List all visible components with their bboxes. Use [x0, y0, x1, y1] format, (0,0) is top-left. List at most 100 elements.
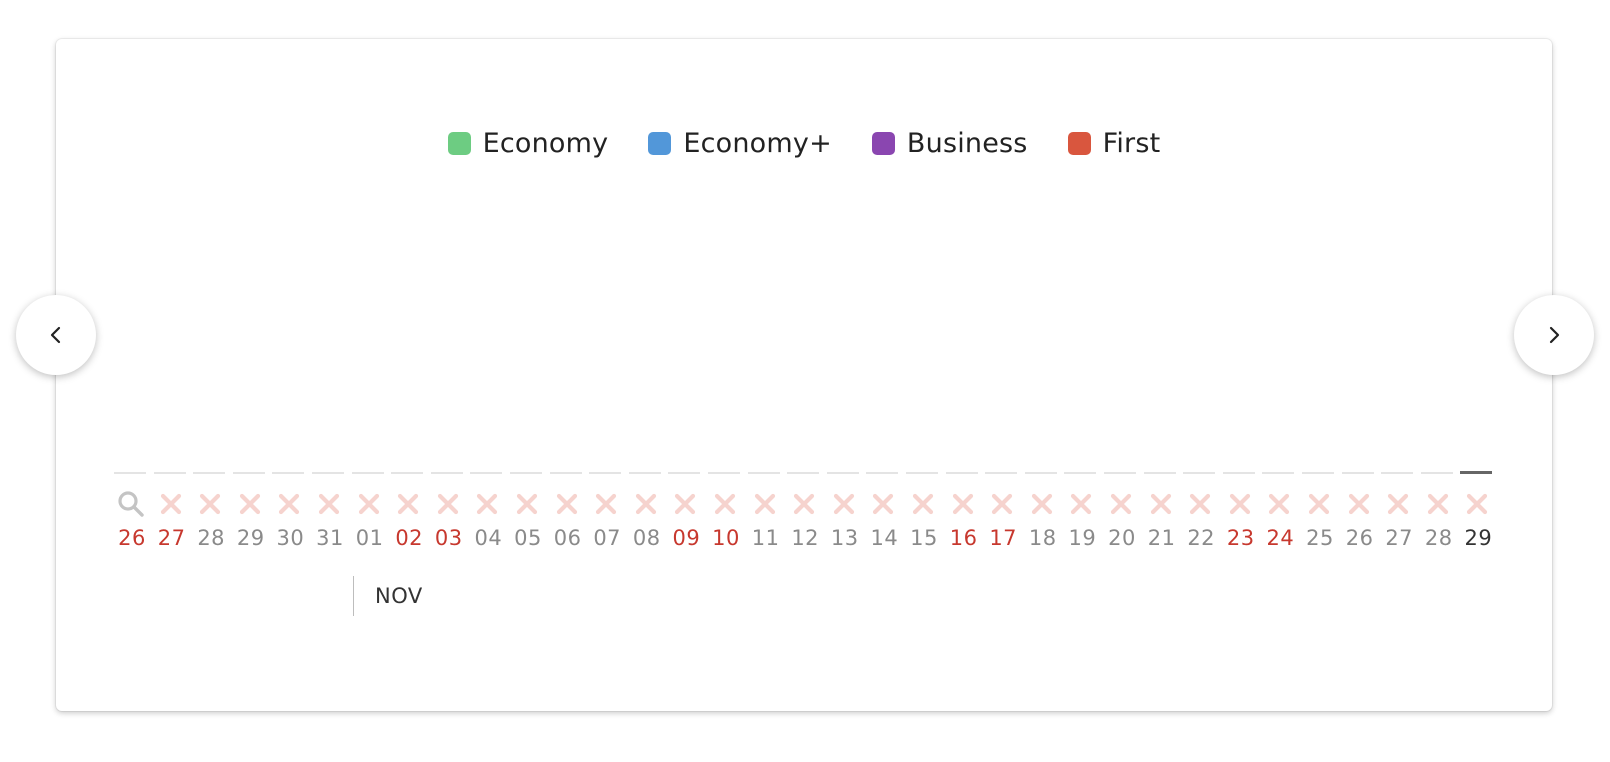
unavailable-x-icon — [675, 493, 696, 515]
month-label: NOV — [375, 584, 423, 608]
day-number: 28 — [197, 526, 226, 550]
day-cell[interactable]: 26 — [1340, 470, 1380, 560]
previous-dates-button[interactable] — [16, 295, 96, 375]
unavailable-x-icon — [477, 493, 498, 515]
price-bar — [391, 472, 424, 474]
search-icon — [118, 491, 144, 517]
price-bar — [1183, 472, 1216, 474]
day-number: 04 — [474, 526, 503, 550]
day-cell[interactable]: 28 — [1419, 470, 1459, 560]
day-number: 05 — [514, 526, 542, 550]
day-cell[interactable]: 24 — [1260, 470, 1300, 560]
day-cell[interactable]: 25 — [1300, 470, 1340, 560]
price-bar — [1341, 472, 1374, 474]
unavailable-x-icon — [318, 493, 340, 515]
unavailable-x-icon — [516, 493, 538, 515]
day-cell[interactable]: 09 — [666, 470, 706, 560]
day-cell[interactable]: 10 — [706, 470, 746, 560]
unavailable-x-icon — [437, 493, 458, 515]
day-number: 28 — [1424, 526, 1453, 550]
unavailable-x-icon — [1229, 493, 1250, 515]
price-bar — [430, 472, 463, 474]
day-number: 11 — [751, 526, 780, 550]
day-number: 20 — [1108, 526, 1136, 550]
day-cell[interactable]: 15 — [904, 470, 944, 560]
day-cell[interactable]: 18 — [1023, 470, 1063, 560]
price-bar — [1222, 472, 1255, 474]
unavailable-x-icon — [635, 493, 656, 515]
day-cell[interactable]: 28 — [191, 470, 231, 560]
day-number: 25 — [1306, 526, 1334, 550]
day-cell[interactable]: 01 — [350, 470, 390, 560]
day-cell[interactable]: 21 — [1142, 470, 1182, 560]
day-cell[interactable]: 30 — [270, 470, 310, 560]
first-swatch — [1067, 132, 1091, 155]
price-bar — [1064, 472, 1097, 474]
legend-item-business: Business — [871, 128, 1028, 159]
day-cell[interactable]: 03 — [429, 470, 469, 560]
day-cell[interactable]: 26 — [112, 470, 152, 560]
price-bar — [628, 472, 661, 474]
day-cell[interactable]: 08 — [627, 470, 667, 560]
day-cell[interactable]: 12 — [785, 470, 825, 560]
unavailable-x-icon — [398, 493, 419, 515]
day-cell[interactable]: 04 — [468, 470, 508, 560]
day-number: 21 — [1147, 526, 1176, 550]
day-cell[interactable]: 31 — [310, 470, 350, 560]
day-number: 14 — [870, 526, 899, 550]
unavailable-x-icon — [239, 493, 260, 515]
day-number: 26 — [118, 526, 146, 550]
price-bar — [668, 472, 701, 474]
price-bar — [114, 472, 146, 474]
day-cell[interactable]: 17 — [983, 470, 1023, 560]
price-bar — [193, 472, 226, 474]
day-number: 22 — [1187, 526, 1216, 550]
price-bar — [1381, 472, 1414, 474]
day-cell[interactable]: 29 — [231, 470, 271, 560]
day-number: 29 — [1464, 526, 1493, 550]
day-cell[interactable]: 14 — [864, 470, 904, 560]
day-cell[interactable]: 06 — [548, 470, 588, 560]
day-number: 26 — [1345, 526, 1374, 550]
day-number: 02 — [395, 526, 424, 550]
price-bar — [1104, 472, 1136, 474]
price-bar — [866, 472, 899, 474]
day-cell[interactable]: 22 — [1181, 470, 1221, 560]
price-bar — [1460, 471, 1493, 474]
unavailable-x-icon — [992, 493, 1013, 515]
chevron-right-icon — [1549, 326, 1560, 344]
unavailable-x-icon — [1308, 493, 1330, 515]
price-bar — [589, 472, 622, 474]
price-bar — [510, 472, 542, 474]
price-bar — [272, 472, 305, 474]
price-bar — [470, 472, 503, 474]
day-cell[interactable]: 05 — [508, 470, 548, 560]
price-bar — [351, 472, 384, 474]
price-bar — [1302, 472, 1334, 474]
day-cell[interactable]: 07 — [587, 470, 627, 560]
day-cell[interactable]: 13 — [825, 470, 865, 560]
day-number: 24 — [1266, 526, 1295, 550]
day-number: 27 — [1385, 526, 1414, 550]
day-cell[interactable]: 19 — [1062, 470, 1102, 560]
day-cell[interactable]: 20 — [1102, 470, 1142, 560]
day-number: 10 — [712, 526, 740, 550]
price-bar — [1024, 472, 1057, 474]
price-bar — [153, 472, 186, 474]
day-cell[interactable]: 23 — [1221, 470, 1261, 560]
day-cell[interactable]: 27 — [152, 470, 192, 560]
day-number: 16 — [949, 526, 978, 550]
day-number: 18 — [1028, 526, 1057, 550]
day-cell[interactable]: 16 — [944, 470, 984, 560]
unavailable-x-icon — [754, 493, 775, 515]
price-bar — [312, 472, 344, 474]
unavailable-x-icon — [1110, 493, 1132, 515]
day-cell[interactable]: 27 — [1379, 470, 1419, 560]
day-number: 15 — [910, 526, 938, 550]
day-cell[interactable]: 29 — [1458, 470, 1498, 560]
next-dates-button[interactable] — [1514, 295, 1594, 375]
day-cell[interactable]: 11 — [746, 470, 786, 560]
price-bar — [906, 472, 938, 474]
day-cell[interactable]: 02 — [389, 470, 429, 560]
day-number: 31 — [316, 526, 344, 550]
